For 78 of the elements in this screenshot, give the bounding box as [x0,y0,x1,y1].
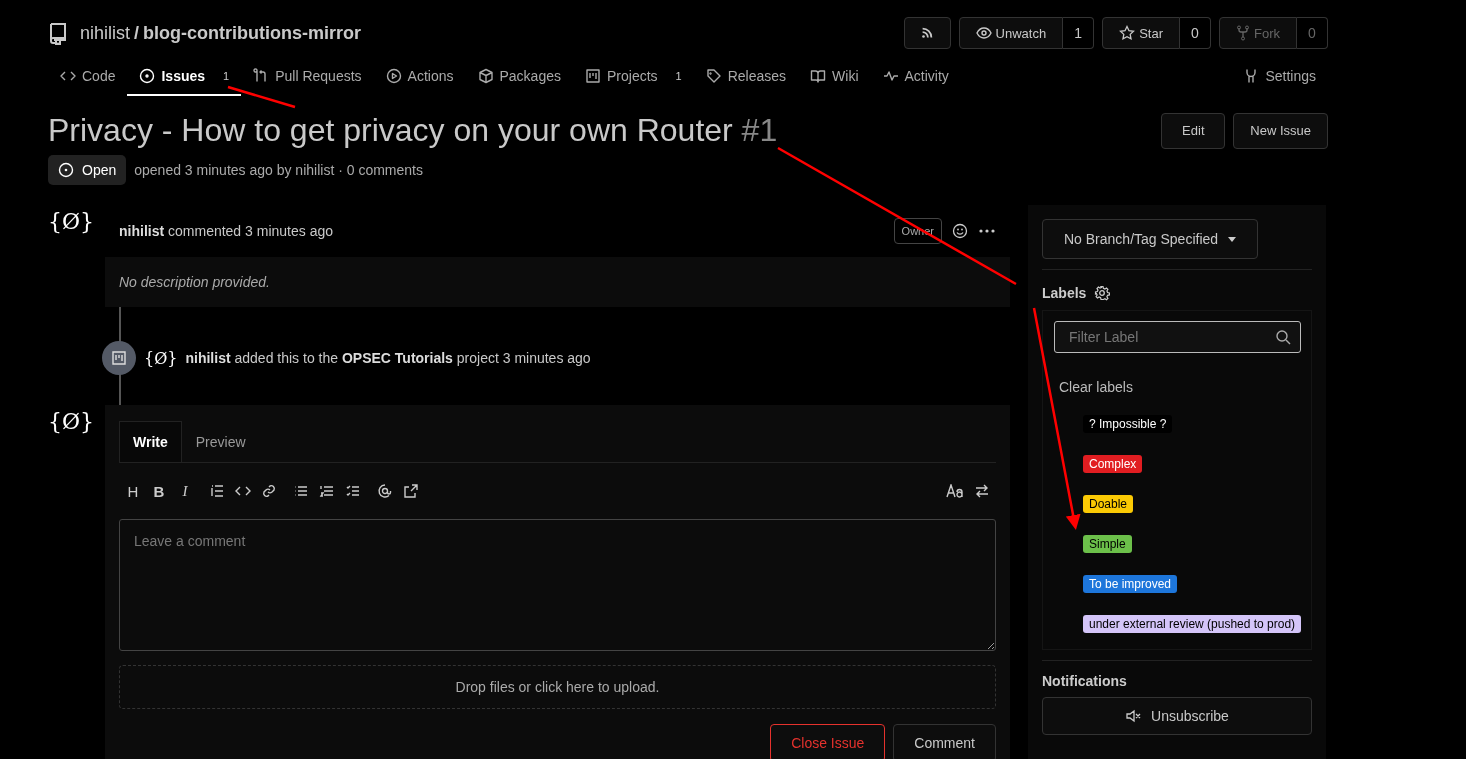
switch-icon[interactable] [974,483,990,499]
rss-button[interactable] [903,17,951,49]
project-icon [585,68,601,84]
close-issue-button[interactable]: Close Issue [770,724,886,759]
heading-button[interactable]: H [125,482,141,500]
edit-button[interactable]: Edit [1161,112,1226,149]
mute-icon [1125,708,1142,724]
rss-icon [920,26,935,40]
package-icon [477,68,494,84]
bullet-list-icon[interactable] [293,483,309,499]
issue-state-badge: Open [48,155,127,185]
book-icon [810,68,827,84]
tag-icon [705,68,722,84]
nav-tab[interactable]: Projects 1 [573,58,694,96]
repo-name-link[interactable]: blog-contributions-mirror [143,22,362,44]
play-icon [385,68,402,84]
gear-icon[interactable] [1094,285,1111,301]
upload-dropzone[interactable]: Drop files or click here to upload. [119,665,996,709]
editor-tab[interactable]: Write [119,421,182,462]
nav-tab[interactable]: Issues 1 [127,58,242,96]
task-list-icon[interactable] [345,483,361,499]
label-tag[interactable]: Doable [1083,495,1134,513]
comment-body: No description provided. [119,274,270,290]
link-icon[interactable] [261,483,277,499]
nav-tab[interactable]: Packages [465,58,573,96]
issue-icon [139,68,156,84]
user-avatar: {Ø} [48,408,96,436]
numbered-list-icon[interactable] [319,483,335,499]
label-tag[interactable]: Complex [1083,455,1143,473]
issue-title: Privacy - How to get privacy on your own Router #1 [48,112,778,149]
nav-tab[interactable]: Wiki [798,58,871,96]
editor-tab[interactable]: Preview [181,421,260,462]
open-issue-icon [58,162,74,178]
emoji-icon[interactable] [952,223,968,239]
search-icon [1275,329,1291,345]
repo-icon [48,21,68,45]
font-size-icon[interactable] [946,484,964,498]
branch-dropdown[interactable]: No Branch/Tag Specified [1042,219,1259,259]
star-icon [1119,25,1136,41]
star-count[interactable]: 0 [1180,17,1211,49]
more-icon[interactable] [978,228,996,234]
bold-button[interactable]: B [151,482,167,500]
quote-icon[interactable] [209,483,225,499]
user-avatar: {Ø} [144,348,178,368]
label-tag[interactable]: ? Impossible ? [1083,415,1173,433]
nav-tab[interactable]: Actions [373,58,466,96]
comment-header: nihilist commented 3 minutes ago [119,223,333,239]
label-tag[interactable]: Simple [1083,535,1132,553]
unsubscribe-button[interactable]: Unsubscribe [1042,697,1312,735]
settings-tab[interactable]: Settings [1231,58,1328,96]
filter-label-field[interactable]: Filter Label [1054,321,1301,353]
clear-labels-item[interactable]: Clear labels [1059,379,1301,395]
nav-tab[interactable]: Activity [870,58,961,96]
issue-meta: opened 3 minutes ago by nihilist · 0 comments [134,162,423,178]
event-text: nihilist added this to the OPSEC Tutorials project 3 minutes ago [185,350,591,366]
reference-icon[interactable] [403,483,419,499]
label-tag[interactable]: To be improved [1083,575,1178,593]
repo-owner-link[interactable]: nihilist [80,22,131,44]
watch-button[interactable]: Unwatch [958,17,1064,49]
comment-button[interactable]: Comment [893,724,996,759]
notifications-heading: Notifications [1042,673,1128,689]
italic-button[interactable]: I [177,482,193,500]
label-tag[interactable]: under external review (pushed to prod) [1083,615,1302,633]
fork-icon [1236,25,1250,41]
labels-heading: Labels [1042,285,1087,301]
caret-icon [1228,236,1237,242]
comment-field[interactable]: Leave a comment [119,519,996,651]
new-issue-button[interactable]: New Issue [1233,112,1328,149]
nav-tab[interactable]: Pull Requests [241,58,374,96]
watch-count[interactable]: 1 [1063,17,1095,49]
mention-icon[interactable] [377,483,393,499]
project-icon [111,350,127,366]
eye-icon [975,25,992,41]
nav-tab[interactable]: Releases [693,58,799,96]
path-separator: / [134,22,140,44]
nav-tab[interactable]: Code [48,58,128,96]
user-avatar: {Ø} [48,208,96,236]
star-button[interactable]: Star [1102,17,1180,49]
